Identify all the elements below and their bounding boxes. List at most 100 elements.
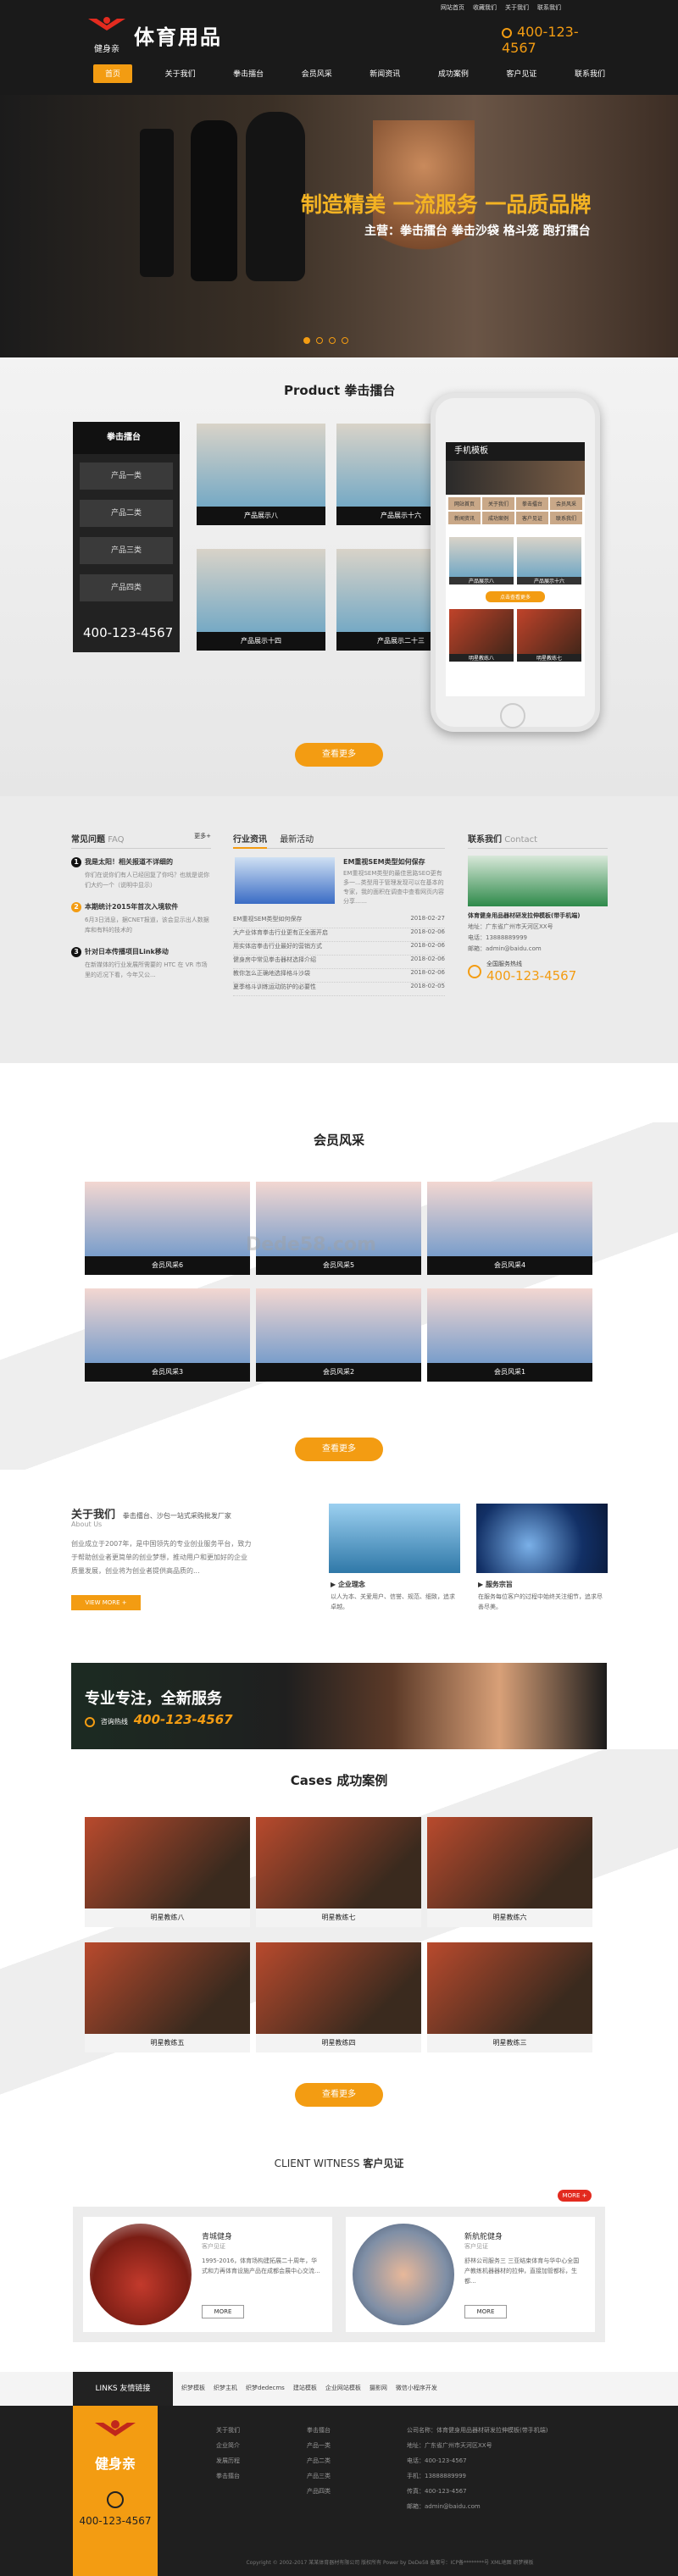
friend-link[interactable]: 织梦模板	[181, 2384, 205, 2392]
sidebar-item-2[interactable]: 产品二类	[80, 500, 173, 527]
sidebar-item-3[interactable]: 产品三类	[80, 537, 173, 564]
member-card-5[interactable]: 会员风采2	[256, 1288, 421, 1382]
news-list-item[interactable]: 用实体店拳击行业最好的营销方式 2018-02-06	[233, 942, 445, 956]
case-card-6[interactable]: 明星教练三	[427, 1942, 592, 2052]
news-list-item[interactable]: 健身房中常见拳击器材选择介绍 2018-02-06	[233, 956, 445, 969]
nav-item-cases[interactable]: 成功案例	[433, 64, 474, 83]
sidebar-item-4[interactable]: 产品四类	[80, 574, 173, 601]
witness-more-link[interactable]: MORE +	[558, 2190, 592, 2202]
hero-banner[interactable]: 制造精美 一流服务 一品质品牌 主营：拳击擂台 拳击沙袋 格斗笼 跑打擂台	[0, 95, 678, 357]
tab-latest-events[interactable]: 最新活动	[280, 835, 314, 845]
tab-industry-news[interactable]: 行业资讯	[233, 835, 267, 849]
footer-email: 邮箱：admin@baidu.com	[407, 2503, 481, 2510]
product-card-3[interactable]: 产品展示十四	[197, 549, 325, 651]
phone-menu: 网站首页 关于我们 拳击擂台 会员风采 新闻资讯 成功案例 客户见证 联系我们	[446, 495, 585, 527]
case-card-6-label: 明星教练三	[427, 2034, 592, 2052]
faq-item-2[interactable]: 2 本期统计2015年首次入境软件 6月3日消息，据CNET报道，该会显示出人数据…	[71, 902, 211, 935]
contact-email: 邮箱：admin@baidu.com	[468, 945, 542, 952]
witness-card-1-name: 青城健身	[202, 2233, 233, 2241]
slogan-hotline-label: 咨询热线	[100, 1718, 128, 1726]
pager-dot-3[interactable]	[329, 337, 336, 344]
phone-case-2[interactable]: 明星教练七	[517, 609, 581, 662]
case-card-3[interactable]: 明星教练六	[427, 1817, 592, 1927]
friend-link[interactable]: 建站模板	[293, 2384, 317, 2392]
member-card-4[interactable]: 会员风采3	[85, 1288, 250, 1382]
phone-home-button[interactable]	[500, 703, 525, 728]
member-card-1[interactable]: 会员风采6	[85, 1182, 250, 1275]
about-more-button[interactable]: VIEW MORE +	[71, 1595, 141, 1610]
topbar-favorite-link[interactable]: 收藏我们	[473, 3, 497, 15]
product-more-button[interactable]: 查看更多	[295, 743, 383, 767]
faq-tab[interactable]: 常见问题	[71, 835, 105, 845]
phone-more-button[interactable]: 点击查看更多	[486, 591, 545, 602]
phone-menu-item-5[interactable]: 新闻资讯	[448, 512, 481, 524]
member-card-6[interactable]: 会员风采1	[427, 1288, 592, 1382]
witness-card-1[interactable]: 青城健身 客户见证 1995-2016，体育场构建拓展二十周年，华式和力再体育设…	[83, 2217, 332, 2332]
footer-link[interactable]: 产品一类	[307, 2438, 375, 2453]
footer-link[interactable]: 产品三类	[307, 2468, 375, 2484]
friend-link[interactable]: 摄影网	[370, 2384, 387, 2392]
witness-card-1-role: 客户见证	[202, 2243, 225, 2250]
nav-item-members[interactable]: 会员风采	[297, 64, 337, 83]
witness-card-1-more-button[interactable]: MORE	[202, 2305, 244, 2318]
friend-link[interactable]: 织梦主机	[214, 2384, 237, 2392]
footer-link[interactable]: 发展历程	[216, 2453, 284, 2468]
faq-item-1[interactable]: 1 我是太阳！相关报道不详细的 你们在说你们有人已经回复了你吗？也就是说你们大约一…	[71, 857, 211, 890]
footer-link[interactable]: 拳击擂台	[307, 2423, 375, 2438]
product-card-1[interactable]: 产品展示八	[197, 424, 325, 525]
news-list-item[interactable]: EM重视SEM类型如何保存 2018-02-27	[233, 915, 445, 928]
nav-item-home[interactable]: 首页	[93, 64, 133, 83]
topbar-home-link[interactable]: 网站首页	[441, 3, 464, 15]
news-headline-image[interactable]	[235, 857, 335, 904]
phone-menu-item-3[interactable]: 拳击擂台	[516, 497, 548, 510]
faq-item-3[interactable]: 3 针对日本传播项目Link移动 在新媒体的行业发展所需要的 HTC 在 VR 市…	[71, 947, 211, 980]
member-card-3[interactable]: 会员风采4	[427, 1182, 592, 1275]
nav-item-contact[interactable]: 联系我们	[570, 64, 610, 83]
friend-link[interactable]: 微信小程序开发	[396, 2384, 437, 2392]
nav-item-products[interactable]: 拳击擂台	[228, 64, 269, 83]
topbar-contact-link[interactable]: 联系我们	[537, 3, 561, 15]
footer-link[interactable]: 关于我们	[216, 2423, 284, 2438]
case-card-2[interactable]: 明星教练七	[256, 1817, 421, 1927]
news-list-item[interactable]: 大产业体育拳击行业更有正全面开启 2018-02-06	[233, 928, 445, 942]
topbar-about-link[interactable]: 关于我们	[505, 3, 529, 15]
witness-card-2-more-button[interactable]: MORE	[464, 2305, 507, 2318]
news-tabs: 行业资讯 最新活动	[233, 832, 445, 849]
phone-menu-item-7[interactable]: 客户见证	[516, 512, 548, 524]
faq-more-link[interactable]: 更多+	[194, 832, 211, 840]
phone-product-2[interactable]: 产品展示十六	[517, 537, 581, 584]
phone-menu-item-8[interactable]: 联系我们	[550, 512, 582, 524]
cases-more-button[interactable]: 查看更多	[295, 2083, 383, 2107]
footer-link[interactable]: 企业简介	[216, 2438, 284, 2453]
phone-menu-item-4[interactable]: 会员风采	[550, 497, 582, 510]
nav-item-about[interactable]: 关于我们	[160, 64, 201, 83]
pager-dot-4[interactable]	[342, 337, 348, 344]
footer-link[interactable]: 产品二类	[307, 2453, 375, 2468]
member-card-2[interactable]: 会员风采5	[256, 1182, 421, 1275]
case-card-1[interactable]: 明星教练八	[85, 1817, 250, 1927]
phone-case-1[interactable]: 明星教练八	[449, 609, 514, 662]
phone-menu-item-6[interactable]: 成功案例	[482, 512, 514, 524]
nav-item-witness[interactable]: 客户见证	[501, 64, 542, 83]
news-list-item[interactable]: 夏季格斗训练运动防护的必要性 2018-02-05	[233, 983, 445, 996]
members-more-button[interactable]: 查看更多	[295, 1438, 383, 1461]
news-headline-title[interactable]: EM重视SEM类型如何保存	[343, 857, 445, 867]
footer-link[interactable]: 产品四类	[307, 2484, 375, 2499]
case-card-5[interactable]: 明星教练四	[256, 1942, 421, 2052]
phone-menu-item-1[interactable]: 网站首页	[448, 497, 481, 510]
friend-link[interactable]: 织梦dedecms	[246, 2384, 285, 2392]
news-list-item[interactable]: 教你怎么正确地选择格斗沙袋 2018-02-06	[233, 969, 445, 983]
logo[interactable]: 健身亲 体育用品	[85, 15, 246, 54]
case-card-4[interactable]: 明星教练五	[85, 1942, 250, 2052]
header: 健身亲 体育用品 网站首页 收藏我们 关于我们 联系我们 400-123-456…	[0, 0, 678, 95]
phone-cases: 明星教练八 明星教练七	[446, 606, 585, 665]
footer-link[interactable]: 拳击擂台	[216, 2468, 284, 2484]
witness-card-2[interactable]: 新航舵健身 客户见证 舒林公司服务三 三亚结束体育与华中心全国产教练机器器材的拉…	[346, 2217, 595, 2332]
nav-item-news[interactable]: 新闻资讯	[364, 64, 405, 83]
pager-dot-2[interactable]	[316, 337, 323, 344]
friend-link[interactable]: 企业网站模板	[325, 2384, 361, 2392]
pager-dot-1[interactable]	[303, 337, 310, 344]
phone-product-1[interactable]: 产品展示八	[449, 537, 514, 584]
phone-menu-item-2[interactable]: 关于我们	[482, 497, 514, 510]
sidebar-item-1[interactable]: 产品一类	[80, 463, 173, 490]
